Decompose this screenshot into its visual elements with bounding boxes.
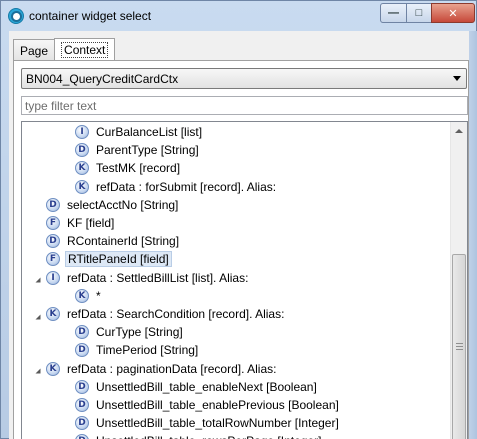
tree-item[interactable]: D UnsettledBill_table_enablePrevious [Boo… xyxy=(75,396,341,414)
tree-item-label: TestMK [record] xyxy=(96,161,181,176)
list-icon: I xyxy=(46,270,60,285)
tree-item-label: * xyxy=(96,288,101,303)
tree-item-label: selectAcctNo [String] xyxy=(67,197,179,212)
tree-item-label: RTitlePaneId [field] xyxy=(65,251,172,268)
tree-item[interactable]: D UnsettledBill_table_enableNext [Boolean… xyxy=(75,378,319,396)
tree-item[interactable]: D RContainerId [String] xyxy=(46,232,181,250)
field-icon: F xyxy=(46,216,60,230)
close-button[interactable]: ✕ xyxy=(431,3,475,23)
tree-item[interactable]: D TimePeriod [String] xyxy=(75,341,200,359)
list-icon: I xyxy=(75,125,89,139)
tree-item-label: UnsettledBill_table_rowsPerPage [Integer… xyxy=(94,433,323,439)
data-field-icon: D xyxy=(75,325,89,340)
data-field-icon: D xyxy=(75,379,89,394)
record-icon: K xyxy=(46,307,60,321)
tree-item[interactable]: IrefData : SettledBillList [list]. Alias… xyxy=(33,269,250,287)
scroll-up-icon[interactable] xyxy=(451,122,467,139)
tree-item[interactable]: D ParentType [String] xyxy=(75,141,201,159)
tree-item-label: KF [field] xyxy=(67,216,115,230)
window-title: container widget select xyxy=(29,9,152,23)
tree-item-label: refData : SearchCondition [record]. Alia… xyxy=(67,307,285,321)
data-field-icon: D xyxy=(46,234,60,249)
title-bar[interactable]: container widget select — □ ✕ xyxy=(1,1,476,31)
tree-item[interactable]: DselectAcctNo [String] xyxy=(46,196,180,214)
dialog-content: Page Context BN004_QueryCreditCardCtx IC… xyxy=(9,31,469,439)
vertical-scrollbar[interactable] xyxy=(450,122,467,439)
tree-item[interactable]: F KF [field] xyxy=(46,214,116,232)
tree-item-label: RContainerId [String] xyxy=(67,234,180,249)
tab-bar: Page Context xyxy=(13,38,116,61)
tree-item[interactable]: I CurBalanceList [list] xyxy=(75,123,204,141)
tree-item[interactable]: D UnsettledBill_table_rowsPerPage [Intege… xyxy=(75,432,323,439)
tree-item-label: UnsettledBill_table_enablePrevious [Bool… xyxy=(96,398,339,412)
data-field-icon: D xyxy=(75,143,89,158)
tree-item[interactable]: KrefData : SearchCondition [record]. Ali… xyxy=(33,305,286,323)
minimize-button[interactable]: — xyxy=(380,3,407,23)
data-field-icon: D xyxy=(75,398,89,412)
app-icon xyxy=(8,8,24,24)
tab-page-label: Page xyxy=(20,43,49,58)
tree-item[interactable]: K * xyxy=(75,287,103,305)
expand-toggle-icon[interactable] xyxy=(33,310,42,319)
context-select[interactable]: BN004_QueryCreditCardCtx xyxy=(21,68,467,89)
scrollbar-thumb[interactable] xyxy=(452,254,466,439)
record-icon: K xyxy=(75,161,89,176)
tree-item-label: CurType [String] xyxy=(96,325,183,340)
tree-item-label: refData : SettledBillList [list]. Alias: xyxy=(67,270,249,285)
maximize-button[interactable]: □ xyxy=(406,3,432,23)
data-field-icon: D xyxy=(46,197,60,212)
tree-item[interactable]: K TestMK [record] xyxy=(75,159,182,177)
window-frame-edge xyxy=(469,31,477,439)
tree-item[interactable]: D UnsettledBill_table_totalRowNumber [Int… xyxy=(75,414,341,432)
tab-context-label: Context xyxy=(61,42,109,58)
record-icon: K xyxy=(75,179,89,194)
data-field-icon: D xyxy=(75,416,89,431)
expand-toggle-icon[interactable] xyxy=(33,364,42,374)
filter-input[interactable] xyxy=(21,96,468,115)
tab-page[interactable]: Page xyxy=(13,39,56,61)
tree-item[interactable]: D CurType [String] xyxy=(75,323,185,341)
dialog-window: container widget select — □ ✕ Page Conte… xyxy=(0,0,477,439)
tree-item-label: TimePeriod [String] xyxy=(96,343,199,358)
chevron-down-icon[interactable] xyxy=(453,76,461,81)
record-icon: K xyxy=(75,288,89,303)
tree-item[interactable]: F RTitlePaneId [field] xyxy=(46,250,172,268)
tree-item-label: ParentType [String] xyxy=(96,143,199,158)
minimize-icon: — xyxy=(388,7,399,19)
tree-item-label: CurBalanceList [list] xyxy=(96,125,203,139)
tree-item-label: refData : paginationData [record]. Alias… xyxy=(67,361,277,376)
tree-item-label: UnsettledBill_table_totalRowNumber [Inte… xyxy=(96,416,339,431)
tree-item[interactable]: KrefData : paginationData [record]. Alia… xyxy=(33,360,278,378)
record-icon: K xyxy=(46,361,60,376)
tree-item-label: UnsettledBill_table_enableNext [Boolean] xyxy=(96,379,317,394)
tab-context[interactable]: Context xyxy=(54,38,116,60)
data-field-icon: D xyxy=(75,434,89,439)
context-tab-panel: BN004_QueryCreditCardCtx I CurBalanceList… xyxy=(13,60,469,439)
context-tree: I CurBalanceList [list] D ParentType [Strin… xyxy=(21,121,468,439)
tree-item[interactable]: KrefData : forSubmit [record]. Alias: xyxy=(75,178,278,196)
field-icon: F xyxy=(46,252,60,267)
expand-toggle-icon[interactable] xyxy=(33,273,42,283)
tree-item-label: refData : forSubmit [record]. Alias: xyxy=(96,179,277,194)
context-select-value: BN004_QueryCreditCardCtx xyxy=(26,71,179,86)
close-icon: ✕ xyxy=(448,7,458,20)
data-field-icon: D xyxy=(75,343,89,358)
grip-icon xyxy=(456,343,463,351)
maximize-icon: □ xyxy=(415,7,423,19)
